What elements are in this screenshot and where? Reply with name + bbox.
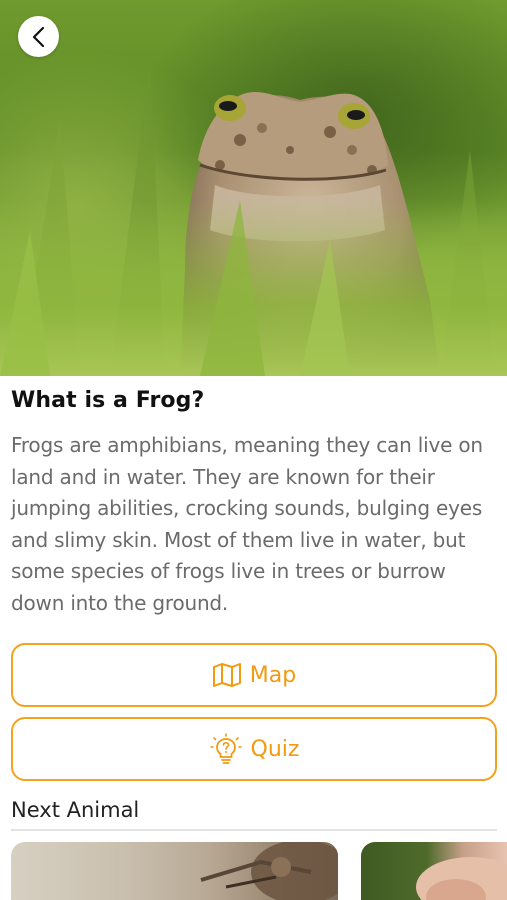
frog-photo: [0, 60, 507, 376]
animal-thumbnail: [416, 857, 507, 900]
map-button[interactable]: Map: [11, 643, 497, 707]
map-icon: [212, 663, 241, 687]
quiz-label: Quiz: [250, 736, 300, 762]
divider: [11, 829, 497, 831]
back-button[interactable]: [18, 16, 59, 57]
next-animal-heading: Next Animal: [11, 798, 140, 822]
map-label: Map: [249, 662, 297, 688]
hero-image: [0, 0, 507, 376]
next-animal-card[interactable]: [11, 842, 338, 900]
article-title: What is a Frog?: [11, 388, 205, 413]
animal-thumbnail: [200, 842, 338, 900]
article-description: Frogs are amphibians, meaning they can l…: [11, 433, 483, 615]
next-animal-card[interactable]: [361, 842, 507, 900]
lightbulb-icon: [209, 733, 242, 764]
chevron-left-icon: [32, 26, 44, 47]
quiz-button[interactable]: Quiz: [11, 717, 497, 781]
